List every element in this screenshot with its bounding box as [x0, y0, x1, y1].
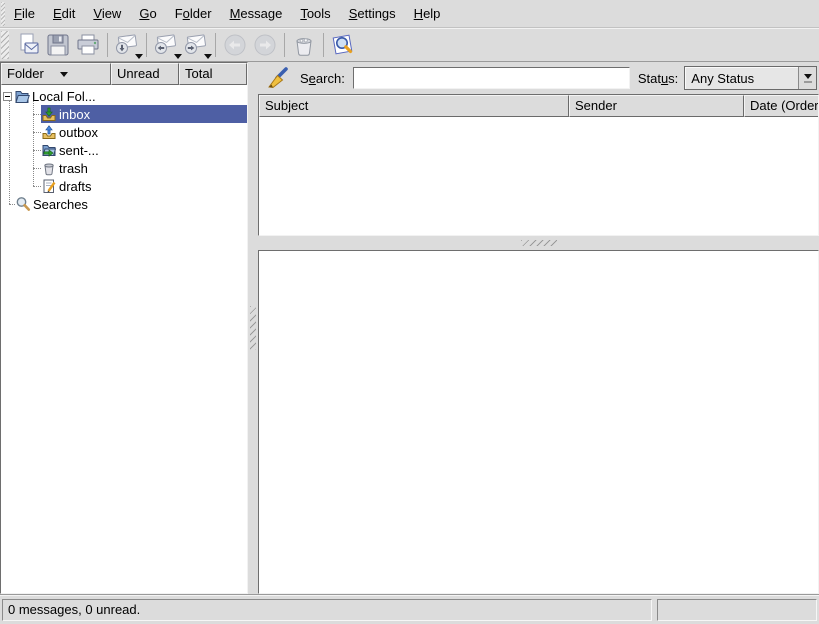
message-list-body[interactable]: [259, 117, 818, 235]
sort-arrow-icon: [60, 72, 68, 77]
menu-edit[interactable]: Edit: [44, 0, 84, 28]
find-messages-icon: [330, 32, 356, 58]
unread-column-header[interactable]: Unread: [111, 63, 179, 85]
date-column-header[interactable]: Date (Order o: [744, 95, 818, 117]
search-input[interactable]: [353, 67, 630, 89]
trash-button[interactable]: [290, 31, 318, 59]
toolbar-separator: [146, 33, 147, 57]
kmail-window: { "menubar": { "items": [ { "pre": "", "…: [0, 0, 819, 624]
folder-row-searches[interactable]: Searches: [1, 195, 247, 213]
trash-icon: [291, 32, 317, 58]
statusbar-message: 0 messages, 0 unread.: [2, 599, 652, 621]
toolbar-separator: [215, 33, 216, 57]
folder-column-header[interactable]: Folder: [1, 63, 111, 85]
new-message-icon: [15, 32, 41, 58]
new-message-button[interactable]: [14, 31, 42, 59]
combobox-dropdown-button[interactable]: [798, 67, 816, 89]
folder-row-trash[interactable]: trash: [1, 159, 247, 177]
toolbar-separator: [284, 33, 285, 57]
reply-dropdown-caret[interactable]: [174, 54, 182, 59]
main-toolbar: [0, 28, 819, 62]
menu-file[interactable]: File: [5, 0, 44, 28]
folder-row-outbox[interactable]: outbox: [1, 123, 247, 141]
save-icon: [45, 32, 71, 58]
vertical-splitter[interactable]: [248, 62, 258, 594]
status-filter-label: Status:: [638, 71, 678, 86]
check-mail-button[interactable]: [113, 31, 141, 59]
folder-row-drafts[interactable]: drafts: [1, 177, 247, 195]
combobox-dash: [804, 81, 812, 83]
status-filter-value: Any Status: [685, 71, 798, 86]
save-button[interactable]: [44, 31, 72, 59]
collapse-expander-icon[interactable]: [3, 92, 12, 101]
search-label: Search:: [300, 71, 345, 86]
forward-button[interactable]: [182, 31, 210, 59]
folder-panel: Folder Unread Total Local Fol...: [0, 62, 248, 594]
outbox-icon: [41, 124, 57, 140]
drafts-icon: [41, 178, 57, 194]
horizontal-splitter[interactable]: [258, 236, 819, 250]
search-folder-icon: [15, 196, 31, 212]
toolbar-separator: [323, 33, 324, 57]
reply-button[interactable]: [152, 31, 180, 59]
message-preview-pane[interactable]: [258, 250, 819, 594]
back-button[interactable]: [221, 31, 249, 59]
statusbar-progress-area: [657, 599, 817, 621]
menu-help[interactable]: Help: [405, 0, 450, 28]
menu-tools[interactable]: Tools: [291, 0, 339, 28]
splitter-grip: [250, 306, 256, 350]
trash-icon: [41, 160, 57, 176]
print-button[interactable]: [74, 31, 102, 59]
sent-mail-icon: [41, 142, 57, 158]
splitter-grip: [521, 240, 557, 246]
clear-search-broom-icon[interactable]: [264, 64, 292, 92]
inbox-icon: [41, 106, 57, 122]
folder-row-inbox[interactable]: inbox: [1, 105, 247, 123]
subject-column-header[interactable]: Subject: [259, 95, 569, 117]
menubar: File Edit View Go Folder Message Tools S…: [0, 0, 819, 28]
sender-column-header[interactable]: Sender: [569, 95, 744, 117]
forward-nav-button[interactable]: [251, 31, 279, 59]
folder-list-headers: Folder Unread Total: [1, 63, 247, 85]
mail-panel: Search: Status: Any Status Subject Sende…: [258, 62, 819, 594]
chevron-down-icon: [804, 74, 812, 79]
message-list-headers: Subject Sender Date (Order o: [259, 95, 818, 117]
folder-row-sent-mail[interactable]: sent-...: [1, 141, 247, 159]
forward-dropdown-caret[interactable]: [204, 54, 212, 59]
toolbar-drag-handle[interactable]: [1, 31, 9, 59]
menu-go[interactable]: Go: [130, 0, 165, 28]
menu-message[interactable]: Message: [221, 0, 292, 28]
forward-nav-icon: [252, 32, 278, 58]
check-mail-dropdown-caret[interactable]: [135, 54, 143, 59]
menu-settings[interactable]: Settings: [340, 0, 405, 28]
print-icon: [75, 32, 101, 58]
message-list: Subject Sender Date (Order o: [258, 94, 819, 236]
status-filter-combobox[interactable]: Any Status: [684, 66, 817, 90]
total-column-header[interactable]: Total: [179, 63, 247, 85]
folder-open-icon: [14, 88, 30, 104]
back-icon: [222, 32, 248, 58]
statusbar: 0 messages, 0 unread.: [0, 594, 819, 624]
menu-view[interactable]: View: [84, 0, 130, 28]
toolbar-separator: [107, 33, 108, 57]
folder-row-local-folders[interactable]: Local Fol...: [1, 87, 247, 105]
folder-tree: Local Fol... inbox: [1, 85, 247, 593]
menu-folder[interactable]: Folder: [166, 0, 221, 28]
quick-search-bar: Search: Status: Any Status: [258, 62, 819, 94]
find-messages-button[interactable]: [329, 31, 357, 59]
